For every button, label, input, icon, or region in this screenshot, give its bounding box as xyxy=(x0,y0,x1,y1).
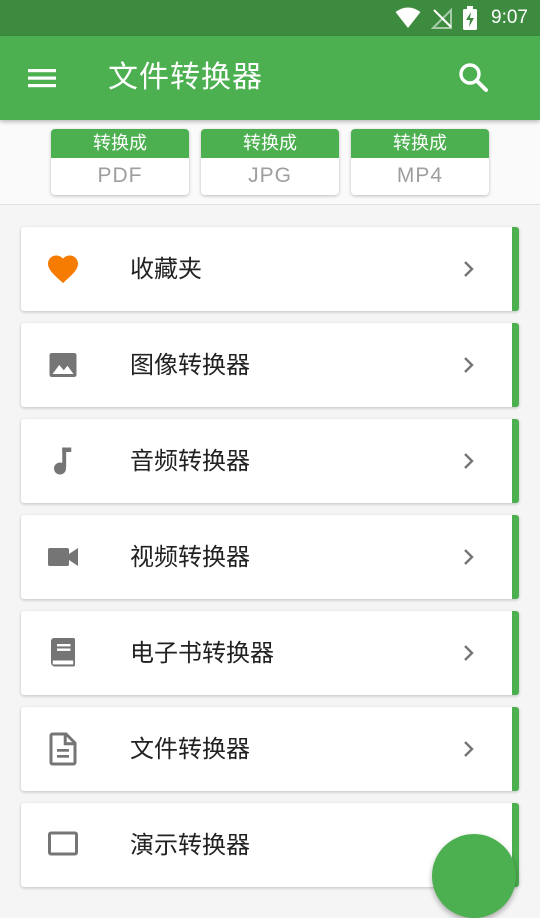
list-item-video-converter[interactable]: 视频转换器 xyxy=(21,515,519,599)
wifi-icon xyxy=(395,7,421,29)
chevron-right-icon xyxy=(464,645,474,661)
chip-caption: 转换成 xyxy=(201,129,339,158)
image-icon xyxy=(49,353,77,377)
list-item-favorites[interactable]: 收藏夹 xyxy=(21,227,519,311)
app-bar: 文件转换器 xyxy=(0,36,540,120)
page-title: 文件转换器 xyxy=(108,60,263,95)
videocam-icon xyxy=(48,548,78,566)
convert-to-jpg-button[interactable]: 转换成 JPG xyxy=(201,129,339,195)
list-item-image-converter[interactable]: 图像转换器 xyxy=(21,323,519,407)
document-icon xyxy=(49,732,77,766)
convert-to-mp4-button[interactable]: 转换成 MP4 xyxy=(351,129,489,195)
list-item-ebook-converter[interactable]: 电子书转换器 xyxy=(21,611,519,695)
presentation-icon xyxy=(48,831,78,856)
hamburger-menu-icon xyxy=(28,69,56,88)
list-item-label: 演示转换器 xyxy=(130,831,250,859)
status-bar: 9:07 xyxy=(0,0,540,36)
chevron-right-icon xyxy=(464,549,474,565)
no-signal-icon xyxy=(431,7,453,29)
list-item-label: 音频转换器 xyxy=(130,447,250,475)
chip-caption: 转换成 xyxy=(351,129,489,158)
chip-format: JPG xyxy=(248,164,292,187)
chevron-right-icon xyxy=(464,453,474,469)
convert-to-pdf-button[interactable]: 转换成 PDF xyxy=(51,129,189,195)
convert-to-bar: 转换成 PDF 转换成 JPG 转换成 MP4 xyxy=(0,120,540,205)
list-item-label: 图像转换器 xyxy=(130,351,250,379)
list-item-label: 收藏夹 xyxy=(130,255,202,283)
menu-button[interactable] xyxy=(22,60,62,96)
list-item-document-converter[interactable]: 文件转换器 xyxy=(21,707,519,791)
fab-button[interactable] xyxy=(432,834,516,918)
music-note-icon xyxy=(54,447,72,475)
list-item-audio-converter[interactable]: 音频转换器 xyxy=(21,419,519,503)
battery-charging-icon xyxy=(463,6,478,30)
chevron-right-icon xyxy=(464,357,474,373)
chip-format: PDF xyxy=(97,164,143,187)
heart-icon xyxy=(48,255,78,284)
list-item-label: 文件转换器 xyxy=(130,735,250,763)
search-button[interactable] xyxy=(454,58,494,98)
chip-format: MP4 xyxy=(396,164,444,187)
status-time: 9:07 xyxy=(491,7,528,28)
chip-caption: 转换成 xyxy=(51,129,189,158)
book-icon xyxy=(51,638,75,667)
chevron-right-icon xyxy=(464,261,474,277)
list-item-label: 视频转换器 xyxy=(130,543,250,571)
chevron-right-icon xyxy=(464,741,474,757)
list-item-label: 电子书转换器 xyxy=(130,639,274,667)
search-icon xyxy=(459,63,488,92)
